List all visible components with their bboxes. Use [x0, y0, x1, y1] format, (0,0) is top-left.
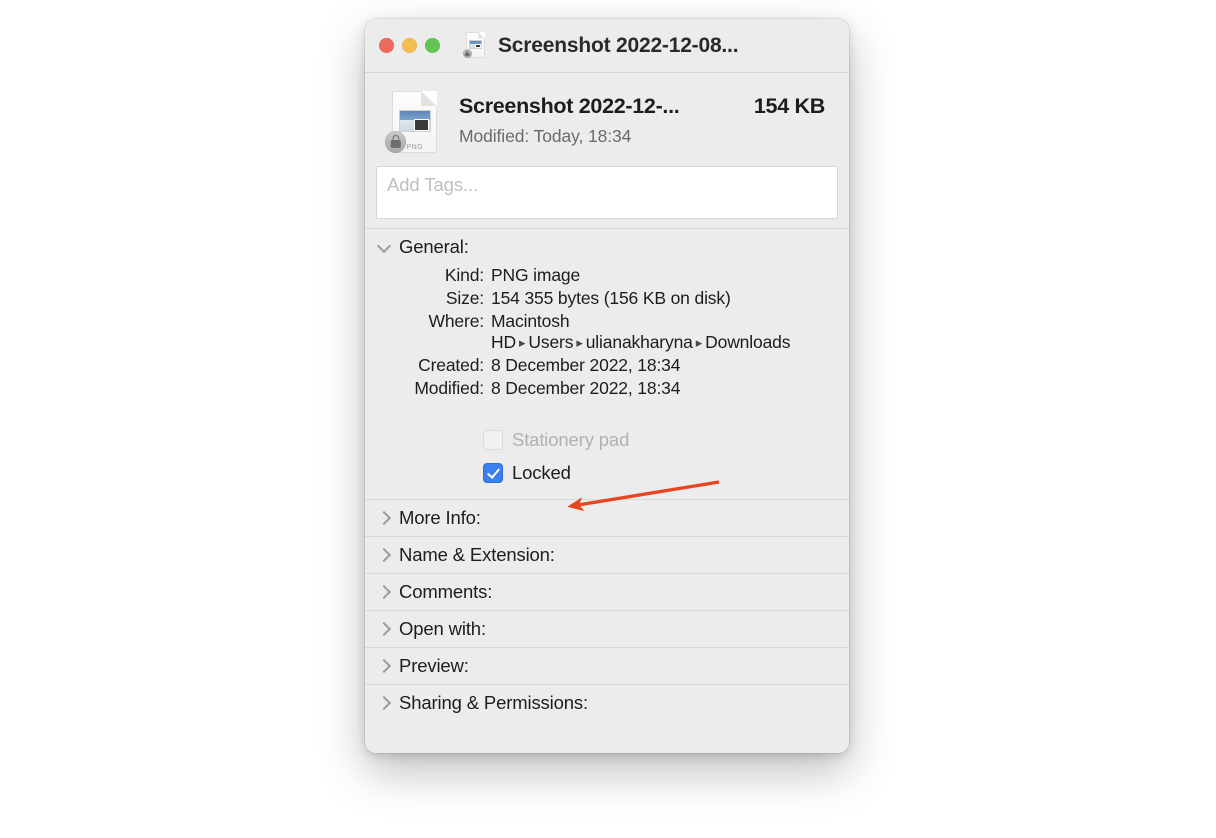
file-size: 154 KB [753, 94, 825, 118]
path-part-home: ulianakharyna [585, 332, 693, 352]
chevron-right-icon[interactable] [376, 510, 392, 526]
section-title-sharing-permissions: Sharing & Permissions: [399, 692, 588, 713]
stationery-pad-label: Stationery pad [512, 428, 630, 450]
general-section-body: Kind: PNG image Size: 154 355 bytes (156… [365, 265, 849, 499]
info-value-created: 8 December 2022, 18:34 [491, 355, 681, 375]
info-row-where: Where: Macintosh HD ▸ Users ▸ ulianakharyna ▸… [375, 311, 839, 353]
section-header-preview[interactable]: Preview: [365, 648, 849, 684]
locked-row[interactable]: Locked [375, 456, 839, 489]
chevron-right-icon[interactable] [376, 584, 392, 600]
png-document-locked-icon [463, 31, 489, 60]
window-title-group: Screenshot 2022-12-08... [463, 31, 739, 60]
info-row-modified: Modified: 8 December 2022, 18:34 [375, 378, 839, 399]
file-header: PNG Screenshot 2022-12-... 154 KB Modifi… [365, 73, 849, 166]
add-tags-input[interactable]: Add Tags... [376, 166, 838, 219]
window-body: PNG Screenshot 2022-12-... 154 KB Modifi… [365, 73, 849, 753]
general-checkbox-group: Stationery pad Locked [375, 423, 839, 489]
stationery-pad-checkbox[interactable] [483, 429, 503, 450]
path-part-users: Users [528, 332, 574, 352]
tags-field-wrapper: Add Tags... [365, 166, 849, 228]
info-label-kind: Kind: [444, 265, 484, 285]
zoom-button[interactable] [425, 38, 440, 53]
chevron-right-icon[interactable] [376, 621, 392, 637]
file-preview-icon[interactable]: PNG [385, 90, 447, 156]
path-separator-icon: ▸ [518, 335, 526, 350]
info-label-size: Size: [445, 288, 484, 308]
info-label-modified: Modified: [414, 378, 484, 398]
section-header-name-extension[interactable]: Name & Extension: [365, 537, 849, 573]
minimize-button[interactable] [402, 38, 417, 53]
file-name-row: Screenshot 2022-12-... 154 KB [459, 94, 829, 119]
info-value-where: Macintosh HD ▸ Users ▸ ulianakharyna ▸ Downloa… [491, 311, 839, 353]
section-title-open-with: Open with: [399, 618, 486, 639]
path-separator-icon: ▸ [695, 335, 703, 350]
traffic-light-buttons [379, 38, 440, 53]
section-header-more-info[interactable]: More Info: [365, 500, 849, 536]
section-title-more-info: More Info: [399, 507, 481, 528]
section-title-comments: Comments: [399, 581, 493, 602]
section-header-open-with[interactable]: Open with: [365, 611, 849, 647]
window-title: Screenshot 2022-12-08... [498, 33, 739, 57]
info-row-created: Created: 8 December 2022, 18:34 [375, 355, 839, 376]
locked-checkbox[interactable] [483, 462, 503, 483]
info-row-kind: Kind: PNG image [375, 265, 839, 286]
file-header-text: Screenshot 2022-12-... 154 KB Modified: … [459, 89, 829, 147]
window-titlebar: Screenshot 2022-12-08... [365, 19, 849, 73]
get-info-window: Screenshot 2022-12-08... PNG Screenshot … [365, 19, 849, 753]
info-row-size: Size: 154 355 bytes (156 KB on disk) [375, 288, 839, 309]
section-header-comments[interactable]: Comments: [365, 574, 849, 610]
section-title-preview: Preview: [399, 655, 469, 676]
locked-label: Locked [512, 461, 571, 483]
chevron-right-icon[interactable] [376, 547, 392, 563]
section-title-name-extension: Name & Extension: [399, 544, 555, 565]
file-modified-summary: Modified: Today, 18:34 [459, 126, 632, 146]
stationery-pad-row[interactable]: Stationery pad [375, 423, 839, 456]
path-part-folder: Downloads [705, 332, 791, 352]
info-label-where: Where: [428, 311, 484, 331]
info-label-created: Created: [418, 355, 484, 375]
info-value-modified: 8 December 2022, 18:34 [491, 378, 681, 398]
path-separator-icon: ▸ [576, 335, 583, 350]
file-name: Screenshot 2022-12-... [459, 94, 680, 118]
add-tags-placeholder: Add Tags... [387, 174, 479, 195]
section-header-general[interactable]: General: [365, 229, 849, 265]
close-button[interactable] [379, 38, 394, 53]
chevron-right-icon[interactable] [376, 658, 392, 674]
info-value-kind: PNG image [491, 265, 581, 285]
section-title-general: General: [399, 236, 469, 257]
chevron-down-icon[interactable] [376, 239, 392, 255]
info-value-size: 154 355 bytes (156 KB on disk) [491, 288, 731, 308]
chevron-right-icon[interactable] [376, 695, 392, 711]
section-header-sharing-permissions[interactable]: Sharing & Permissions: [365, 685, 849, 721]
